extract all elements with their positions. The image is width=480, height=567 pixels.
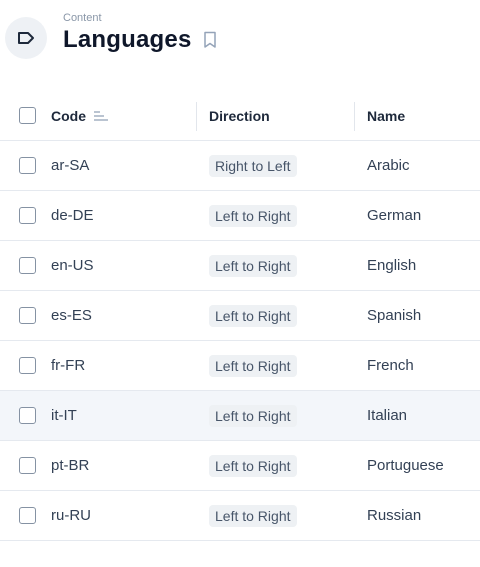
sort-ascending-icon[interactable] — [94, 111, 108, 121]
bookmark-icon[interactable] — [202, 31, 220, 51]
column-header-code[interactable]: Code — [51, 92, 108, 140]
page-title: Languages — [63, 26, 192, 53]
cell-name: German — [367, 207, 422, 224]
row-checkbox[interactable] — [19, 456, 36, 474]
cell-name: French — [367, 357, 414, 374]
cell-name: Italian — [367, 407, 408, 424]
table-row[interactable]: en-US Left to Right English — [0, 241, 480, 291]
table-row[interactable]: de-DE Left to Right German — [0, 191, 480, 241]
column-header-direction[interactable]: Direction — [209, 92, 270, 140]
cell-code: fr-FR — [51, 357, 86, 374]
table-row[interactable]: es-ES Left to Right Spanish — [0, 291, 480, 341]
page-header: Content Languages — [0, 0, 480, 80]
cell-code: de-DE — [51, 207, 94, 224]
column-header-name[interactable]: Name — [367, 92, 405, 140]
direction-badge: Left to Right — [209, 204, 297, 227]
row-checkbox[interactable] — [19, 256, 36, 274]
cell-code: en-US — [51, 257, 94, 274]
column-divider[interactable] — [196, 102, 197, 131]
cell-code: pt-BR — [51, 457, 90, 474]
direction-badge: Left to Right — [209, 304, 297, 327]
cell-name: Arabic — [367, 157, 410, 174]
direction-badge: Left to Right — [209, 504, 297, 527]
direction-badge: Right to Left — [209, 154, 297, 177]
languages-table: Code Direction Name ar-SA Right to Left … — [0, 92, 480, 541]
table-header-row: Code Direction Name — [0, 92, 480, 141]
table-row[interactable]: pt-BR Left to Right Portuguese — [0, 441, 480, 491]
row-checkbox[interactable] — [19, 356, 36, 374]
direction-badge: Left to Right — [209, 254, 297, 277]
direction-badge: Left to Right — [209, 454, 297, 477]
row-checkbox[interactable] — [19, 156, 36, 174]
cell-name: Spanish — [367, 307, 422, 324]
table-row[interactable]: ru-RU Left to Right Russian — [0, 491, 480, 541]
column-divider[interactable] — [354, 102, 355, 131]
cell-code: ru-RU — [51, 507, 91, 524]
direction-badge: Left to Right — [209, 404, 297, 427]
cell-code: it-IT — [51, 407, 77, 424]
row-checkbox[interactable] — [19, 506, 36, 524]
row-checkbox[interactable] — [19, 206, 36, 224]
row-checkbox[interactable] — [19, 406, 36, 424]
row-checkbox[interactable] — [19, 306, 36, 324]
page-subtitle: Content — [63, 12, 102, 24]
tag-icon — [5, 17, 47, 59]
cell-code: es-ES — [51, 307, 92, 324]
select-all-checkbox[interactable] — [19, 107, 36, 124]
table-row[interactable]: fr-FR Left to Right French — [0, 341, 480, 391]
cell-name: Portuguese — [367, 457, 444, 474]
cell-code: ar-SA — [51, 157, 90, 174]
table-row[interactable]: it-IT Left to Right Italian — [0, 391, 480, 441]
table-row[interactable]: ar-SA Right to Left Arabic — [0, 141, 480, 191]
column-header-code-label: Code — [51, 108, 86, 124]
cell-name: English — [367, 257, 417, 274]
direction-badge: Left to Right — [209, 354, 297, 377]
cell-name: Russian — [367, 507, 422, 524]
